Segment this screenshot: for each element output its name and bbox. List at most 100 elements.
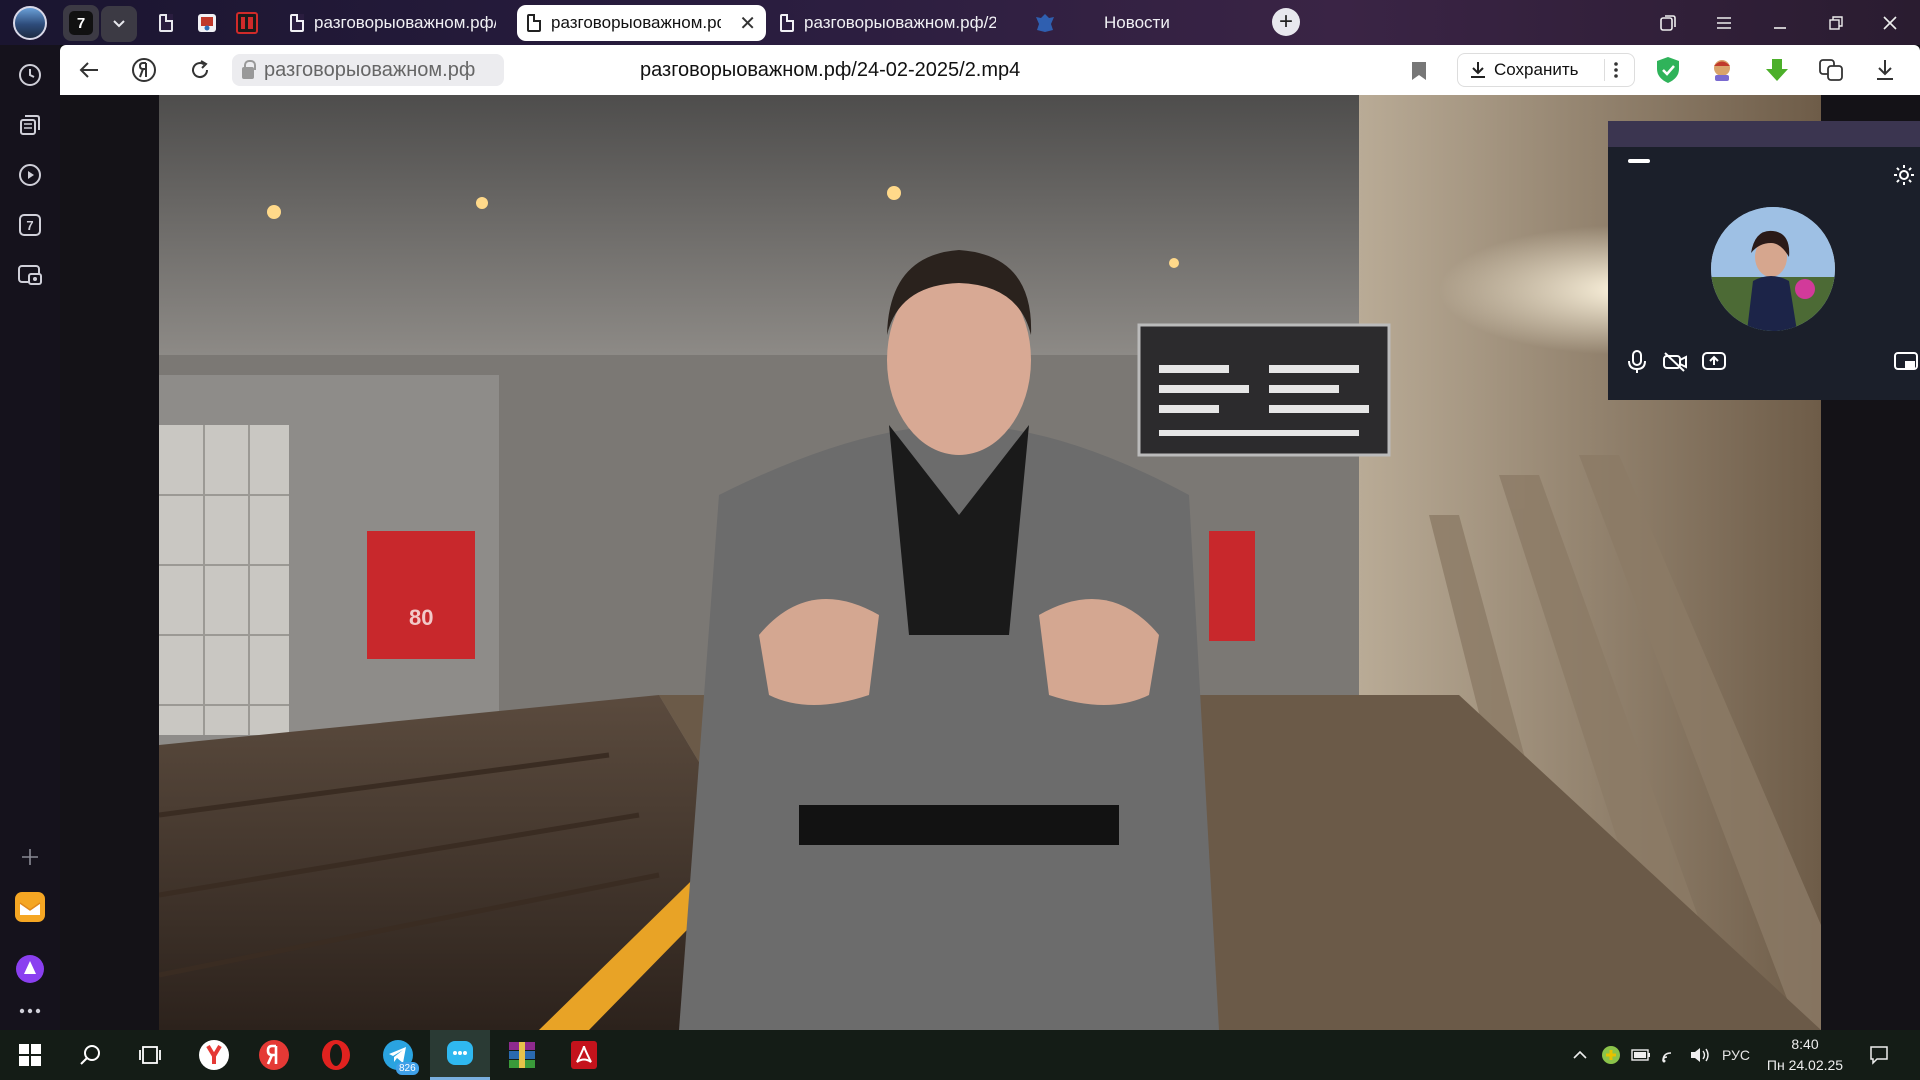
more-vertical-icon[interactable] bbox=[1613, 61, 1619, 79]
url-host: разговорыоважном.рф bbox=[264, 58, 476, 81]
network-indicator[interactable] bbox=[1660, 1044, 1682, 1066]
taskbar-opera[interactable] bbox=[306, 1030, 366, 1080]
participant-avatar bbox=[1711, 207, 1835, 331]
clock-time: 8:40 bbox=[1791, 1036, 1819, 1052]
new-tab-button[interactable]: + bbox=[1272, 8, 1300, 36]
reload-icon bbox=[192, 60, 209, 79]
save-button[interactable]: Сохранить bbox=[1457, 53, 1635, 87]
taskbar-winrar[interactable] bbox=[492, 1030, 552, 1080]
clock-date: Пн 24.02.25 bbox=[1766, 1057, 1844, 1073]
start-button[interactable] bbox=[0, 1030, 60, 1080]
extension-protect[interactable] bbox=[1654, 56, 1682, 84]
emblem-icon bbox=[1036, 14, 1054, 32]
language-indicator[interactable]: РУС bbox=[1716, 1044, 1756, 1066]
taskbar-yandex[interactable] bbox=[244, 1030, 304, 1080]
title-bar: 7 разговорыоважном.рф/24-02-2025/1.mp4 р… bbox=[0, 0, 1920, 45]
sidebar-alice-button[interactable] bbox=[14, 953, 46, 985]
translate-icon bbox=[1819, 59, 1843, 81]
tab-video-2[interactable]: разговорыоважном.рф/24-02-2025/2.mp4 ✕ bbox=[517, 5, 766, 41]
play-icon bbox=[19, 164, 41, 186]
pdf-icon bbox=[571, 1041, 597, 1069]
app-logo-icon bbox=[236, 12, 258, 34]
gear-icon[interactable] bbox=[1892, 163, 1916, 187]
sidebar-collections-button[interactable] bbox=[14, 109, 46, 141]
system-clock[interactable]: 8:40 Пн 24.02.25 bbox=[1762, 1034, 1848, 1076]
show-hidden-icons[interactable] bbox=[1570, 1044, 1590, 1066]
reload-button[interactable] bbox=[184, 54, 216, 86]
tab-news[interactable]: Новости bbox=[1024, 5, 1244, 41]
document-icon bbox=[527, 14, 541, 32]
shield-icon bbox=[1657, 57, 1679, 83]
taskbar-pdf-reader[interactable] bbox=[554, 1030, 614, 1080]
document-icon bbox=[780, 14, 794, 32]
extension-download-manager[interactable] bbox=[1763, 56, 1791, 84]
address-bar: разговорыоважном.рф разговорыоважном.рф/… bbox=[60, 45, 1920, 95]
camera-toggle-button[interactable] bbox=[1660, 347, 1690, 377]
sidebar-mail-button[interactable] bbox=[14, 891, 46, 923]
tab-group-button[interactable]: 7 bbox=[62, 5, 100, 41]
sidebar-group-number: 7 bbox=[26, 217, 34, 233]
video-player[interactable]: 80 bbox=[159, 95, 1821, 1030]
pinned-tab-app[interactable] bbox=[233, 9, 261, 37]
tab-title: разговорыоважном.рф/24-02-2025/1.mp4 bbox=[314, 13, 496, 32]
tab-video-1[interactable]: разговорыоважном.рф/24-02-2025/1.mp4 bbox=[280, 5, 506, 41]
opera-icon bbox=[322, 1040, 350, 1070]
expand-pip-button[interactable] bbox=[1891, 347, 1920, 377]
collections-icon bbox=[20, 115, 40, 135]
tab-collections-button[interactable] bbox=[1650, 8, 1686, 38]
sidebar-more-button[interactable] bbox=[14, 995, 46, 1027]
bookmark-icon[interactable] bbox=[1412, 62, 1426, 80]
close-window-button[interactable] bbox=[1872, 8, 1908, 38]
tab-title: разговорыоважном.рф/24-02-2025/2.mp4 bbox=[551, 13, 721, 32]
green-arrow-icon bbox=[1766, 59, 1788, 81]
pip-expand-icon bbox=[1894, 352, 1918, 370]
back-button[interactable] bbox=[73, 54, 105, 86]
extension-translate[interactable] bbox=[1817, 56, 1845, 84]
document-icon bbox=[290, 14, 304, 32]
extension-character[interactable] bbox=[1708, 56, 1736, 84]
search-button[interactable] bbox=[60, 1030, 120, 1080]
plus-icon: + bbox=[1278, 8, 1293, 35]
document-icon bbox=[159, 14, 173, 32]
sidebar-add-button[interactable] bbox=[14, 841, 46, 873]
minimize-button[interactable] bbox=[1762, 8, 1798, 38]
pinned-tab-document[interactable] bbox=[152, 9, 180, 37]
sidebar-history-button[interactable] bbox=[14, 59, 46, 91]
notifications-button[interactable] bbox=[1866, 1044, 1892, 1066]
profile-avatar bbox=[13, 6, 47, 40]
share-screen-icon bbox=[1702, 352, 1726, 370]
close-tab-icon[interactable]: ✕ bbox=[739, 11, 756, 36]
yandex-home-button[interactable] bbox=[128, 54, 160, 86]
microphone-button[interactable] bbox=[1622, 347, 1652, 377]
messenger-icon bbox=[447, 1040, 473, 1065]
sidebar-group-7-button[interactable]: 7 bbox=[14, 209, 46, 241]
tray-app-icon[interactable] bbox=[1600, 1044, 1622, 1066]
share-screen-button[interactable] bbox=[1699, 347, 1729, 377]
video-call-pip[interactable] bbox=[1608, 121, 1920, 400]
gallery-icon bbox=[198, 14, 216, 32]
sidebar-screenshot-button[interactable] bbox=[14, 259, 46, 291]
restore-button[interactable] bbox=[1818, 8, 1854, 38]
tab-video-3[interactable]: разговорыоважном.рф/24-02-2025/3.mp4 bbox=[770, 5, 1006, 41]
site-info-chip[interactable]: разговорыоважном.рф bbox=[232, 54, 504, 86]
restore-icon bbox=[1829, 16, 1843, 30]
tabs-dropdown-button[interactable] bbox=[101, 6, 137, 42]
tab-title: разговорыоважном.рф/24-02-2025/3.mp4 bbox=[804, 13, 996, 32]
pip-minimize-button[interactable] bbox=[1628, 159, 1650, 163]
task-view-button[interactable] bbox=[120, 1030, 180, 1080]
url-field[interactable]: разговорыоважном.рф/24-02-2025/2.mp4 bbox=[640, 54, 1020, 86]
taskbar-messenger[interactable] bbox=[430, 1030, 490, 1080]
taskbar-yandex-browser[interactable] bbox=[184, 1030, 244, 1080]
profile-button[interactable] bbox=[8, 6, 52, 40]
microphone-icon bbox=[1628, 350, 1646, 373]
sidebar-video-button[interactable] bbox=[14, 159, 46, 191]
volume-indicator[interactable] bbox=[1688, 1044, 1712, 1066]
camera-icon bbox=[18, 265, 42, 285]
hamburger-icon bbox=[1717, 17, 1731, 29]
battery-icon bbox=[1631, 1049, 1650, 1061]
pinned-tab-gallery[interactable] bbox=[193, 9, 221, 37]
battery-indicator[interactable] bbox=[1630, 1044, 1652, 1066]
wifi-icon bbox=[1662, 1052, 1672, 1063]
menu-button[interactable] bbox=[1706, 8, 1742, 38]
downloads-button[interactable] bbox=[1871, 56, 1899, 84]
